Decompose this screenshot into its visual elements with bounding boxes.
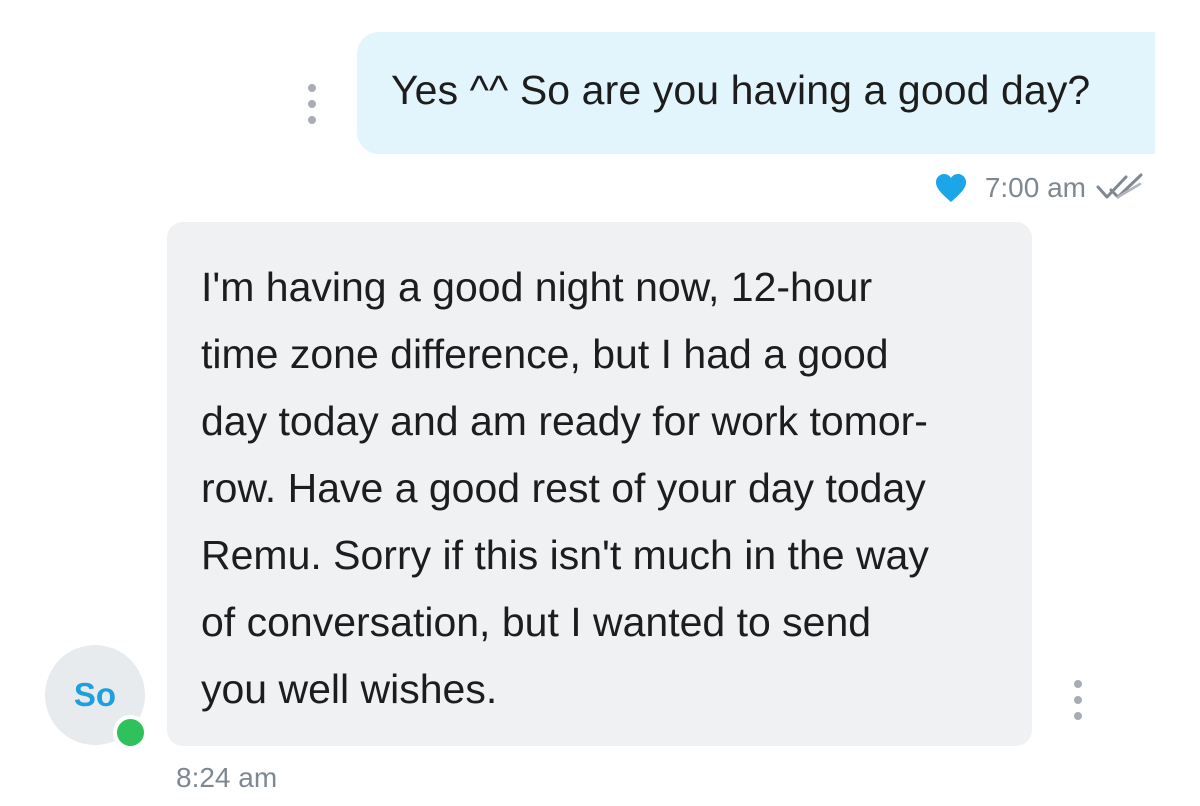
incoming-message-time: 8:24 am (176, 762, 278, 793)
incoming-message-line: row. Have a good rest of your day today (201, 465, 926, 511)
message-more-options-icon[interactable] (1066, 678, 1090, 722)
avatar-initials: So (73, 676, 117, 713)
incoming-message-line: of conversation, but I wanted to send (201, 599, 872, 645)
outgoing-message-meta: 7:00 am (935, 168, 1146, 208)
incoming-message-line: day today and am ready for work tomor- (201, 398, 928, 444)
outgoing-message-text: Yes ^^ So are you having a good day? (391, 66, 1091, 113)
online-status-indicator (113, 715, 148, 750)
message-more-options-icon[interactable] (300, 82, 324, 126)
heart-icon[interactable] (935, 173, 967, 203)
incoming-message-line: you well wishes. (201, 666, 498, 712)
incoming-message-line: Remu. Sorry if this isn't much in the wa… (201, 532, 929, 578)
incoming-message-bubble[interactable]: I'm having a good night now, 12-hour tim… (167, 222, 1032, 746)
double-check-icon (1096, 173, 1143, 199)
outgoing-message-time: 7:00 am (984, 172, 1086, 203)
incoming-message-line: time zone difference, but I had a good (201, 331, 889, 377)
outgoing-message-bubble[interactable]: Yes ^^ So are you having a good day? (357, 32, 1155, 154)
chat-conversation: Yes ^^ So are you having a good day? 7:0… (0, 0, 1200, 806)
incoming-message-line: I'm having a good night now, 12-hour (201, 264, 873, 310)
